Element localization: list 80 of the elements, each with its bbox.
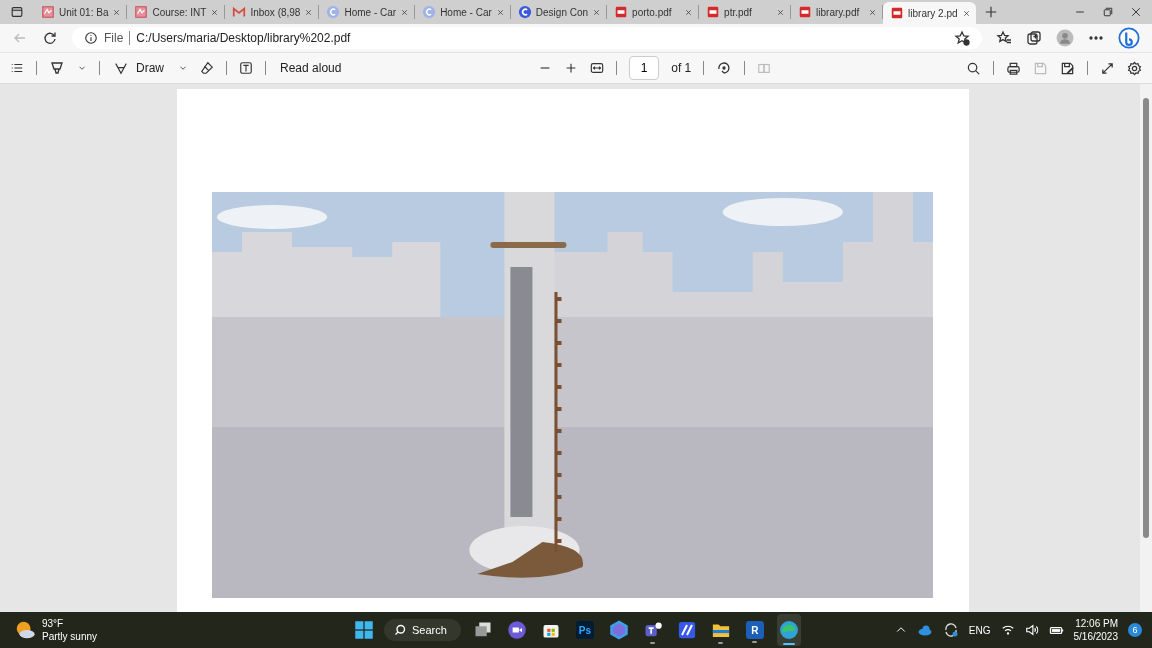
- windows-logo-icon[interactable]: [354, 620, 374, 640]
- close-icon[interactable]: [400, 7, 410, 17]
- circle-c-icon: [422, 5, 437, 19]
- page-count: of 1: [671, 61, 692, 75]
- wifi-icon[interactable]: [1000, 623, 1015, 637]
- circle-c-icon: [326, 5, 341, 19]
- browser-tab[interactable]: Home - Car: [319, 5, 416, 19]
- swirl-icon[interactable]: [777, 619, 800, 641]
- text-box-icon[interactable]: [239, 61, 253, 75]
- notification-badge[interactable]: 6: [1128, 623, 1142, 637]
- info-icon: [84, 31, 98, 45]
- document-icon: [41, 5, 55, 19]
- read-aloud-button[interactable]: Read aloud: [278, 59, 344, 77]
- expand-icon[interactable]: [1100, 60, 1115, 76]
- collections-icon[interactable]: [1026, 30, 1042, 46]
- app-icon[interactable]: R: [745, 621, 764, 639]
- url-text: C:/Users/maria/Desktop/library%202.pdf: [136, 31, 351, 45]
- plus-icon[interactable]: [983, 5, 998, 19]
- browser-tab[interactable]: library 2.pd: [883, 2, 976, 24]
- close-icon[interactable]: [304, 7, 314, 17]
- print-icon[interactable]: [1006, 60, 1021, 76]
- circle-c-icon: [517, 5, 532, 19]
- pen-icon: [114, 61, 128, 75]
- contents-icon[interactable]: [10, 61, 24, 75]
- search-icon: [394, 624, 406, 636]
- sun-cloud-icon[interactable]: [14, 619, 36, 641]
- slash-tile-icon[interactable]: [676, 620, 697, 640]
- pdf-icon: [798, 5, 813, 19]
- save-as-icon[interactable]: [1060, 60, 1075, 76]
- close-icon[interactable]: [684, 7, 694, 17]
- pdf-icon: [614, 5, 629, 19]
- fit-width-icon[interactable]: [590, 61, 605, 75]
- refresh-icon[interactable]: [42, 30, 58, 46]
- pdf-icon: [706, 5, 721, 19]
- app-icon[interactable]: Ps: [575, 621, 594, 639]
- browser-tab[interactable]: Course: INT: [127, 5, 226, 19]
- settings-icon[interactable]: [1127, 60, 1142, 76]
- browser-tab[interactable]: ptr.pdf: [699, 5, 792, 19]
- browser-tab[interactable]: Inbox (8,98: [225, 5, 320, 19]
- search-icon[interactable]: [966, 60, 981, 76]
- address-field[interactable]: File C:/Users/maria/Desktop/library%202.pdf: [72, 27, 982, 49]
- speaker-icon[interactable]: [1024, 623, 1039, 637]
- pdf-icon: [890, 6, 905, 20]
- close-icon[interactable]: [1130, 6, 1142, 18]
- hexagon-icon[interactable]: [608, 620, 629, 640]
- clock-date[interactable]: 5/16/2023: [1073, 630, 1118, 643]
- restore-icon[interactable]: [1102, 6, 1114, 18]
- close-icon[interactable]: [495, 7, 505, 17]
- scrollbar[interactable]: [1140, 84, 1152, 612]
- browser-tab[interactable]: library.pdf: [791, 5, 884, 19]
- video-camera-icon[interactable]: [506, 620, 527, 640]
- draw-button[interactable]: Draw: [112, 59, 166, 77]
- close-icon[interactable]: [868, 7, 878, 17]
- sync-icon[interactable]: [942, 622, 959, 638]
- mail-icon: [232, 5, 247, 19]
- close-icon[interactable]: [112, 7, 122, 17]
- chat-bubble-icon[interactable]: [1118, 27, 1140, 49]
- close-icon[interactable]: [776, 7, 786, 17]
- star-plus-icon[interactable]: [954, 30, 970, 46]
- weather-condition: Partly sunny: [42, 630, 98, 643]
- browser-tab[interactable]: Design Con: [510, 5, 608, 19]
- browser-tab[interactable]: porto.pdf: [607, 5, 700, 19]
- browser-tab[interactable]: Unit 01: Ba: [34, 5, 128, 19]
- close-icon[interactable]: [592, 7, 602, 17]
- browser-tab[interactable]: Home - Car: [415, 5, 511, 19]
- rotate-icon[interactable]: [716, 60, 733, 76]
- clock-time[interactable]: 12:06 PM: [1075, 617, 1118, 630]
- document-icon: [134, 5, 149, 19]
- eraser-icon[interactable]: [200, 61, 214, 75]
- search-button[interactable]: Search: [384, 619, 461, 641]
- page-number-field[interactable]: 1: [629, 56, 660, 80]
- favorites-icon[interactable]: [996, 30, 1012, 46]
- tab-actions-icon[interactable]: [10, 5, 24, 19]
- temperature: 93°F: [42, 617, 65, 630]
- close-icon[interactable]: [961, 8, 971, 18]
- highlighter-icon[interactable]: [49, 60, 65, 76]
- scheme-label: File: [104, 31, 124, 45]
- close-icon[interactable]: [210, 7, 220, 17]
- language-indicator[interactable]: ENG: [968, 624, 991, 636]
- profile-icon[interactable]: [1056, 29, 1074, 47]
